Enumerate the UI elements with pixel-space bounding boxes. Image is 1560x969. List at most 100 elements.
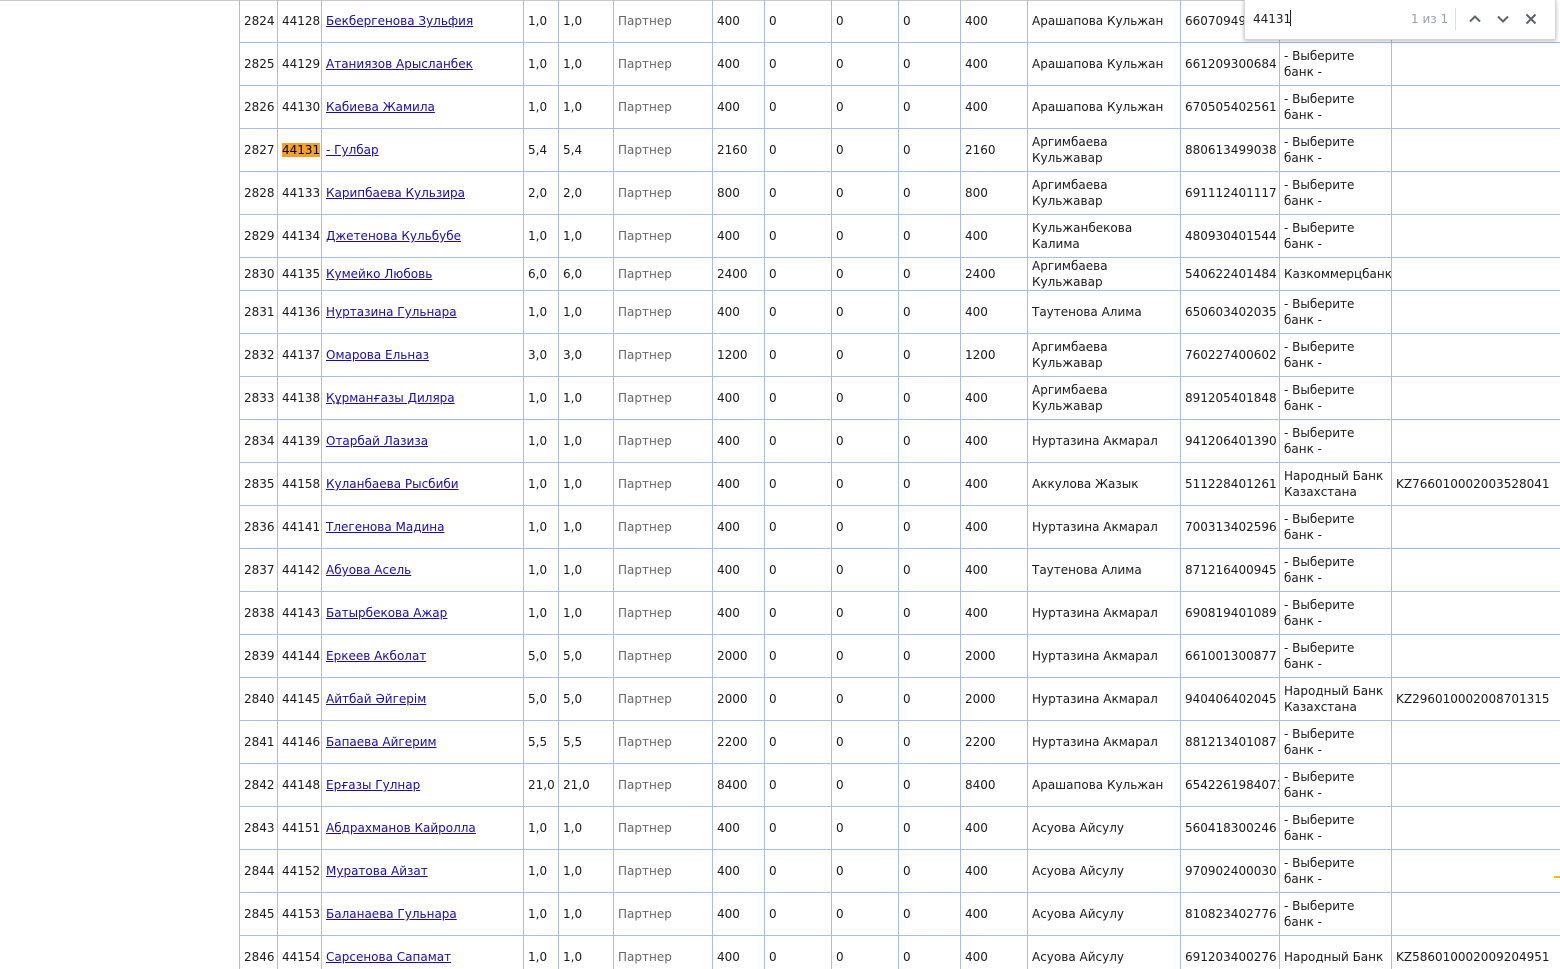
manager-text: Нуртазина Акмарал <box>1032 434 1158 448</box>
partner-name-link[interactable]: Отарбай Лазиза <box>326 434 428 448</box>
value-3-cell: 0 <box>899 420 961 463</box>
coefficient-b-text: 1,0 <box>563 229 582 243</box>
account-cell <box>1392 807 1560 850</box>
partner-name-link[interactable]: Еркеев Акболат <box>326 649 426 663</box>
partner-name-link[interactable]: Тлегенова Мадина <box>326 520 445 534</box>
chevron-up-icon <box>1465 9 1485 29</box>
total-cell: 400 <box>961 807 1028 850</box>
value-3-text: 0 <box>903 778 911 792</box>
value-3-text: 0 <box>903 100 911 114</box>
total-cell: 400 <box>961 291 1028 334</box>
value-2-cell: 0 <box>832 377 899 420</box>
value-1-cell: 0 <box>765 0 832 43</box>
partner-role-cell: Партнер <box>614 635 713 678</box>
partner-id-cell: 44139 <box>278 420 322 463</box>
bank-text: - Выберите банк - <box>1284 340 1354 370</box>
total-text: 2000 <box>965 692 996 706</box>
coefficient-a-cell: 1,0 <box>524 592 559 635</box>
bank-cell: Народный Банк Казахстана <box>1280 678 1392 721</box>
partner-id-cell: 44151 <box>278 807 322 850</box>
partner-name-link[interactable]: Нуртазина Гульнара <box>326 305 457 319</box>
partner-name-link[interactable]: Абуова Асель <box>326 563 411 577</box>
amount-cell: 2400 <box>713 258 765 291</box>
total-cell: 2160 <box>961 129 1028 172</box>
table-row: 283644141Тлегенова Мадина1,01,0Партнер40… <box>240 506 1560 549</box>
partner-name-cell: Еркеев Акболат <box>322 635 524 678</box>
iin-cell: 871216400945 <box>1181 549 1280 592</box>
partner-name-link[interactable]: Баланаева Гульнара <box>326 907 457 921</box>
table-body: 282444128Бекбергенова Зульфия1,01,0Партн… <box>240 0 1560 969</box>
partner-name-link[interactable]: Куланбаева Рысбиби <box>326 477 459 491</box>
row-number-text: 2833 <box>244 391 275 405</box>
value-2-text: 0 <box>836 391 844 405</box>
partner-name-link[interactable]: Батырбекова Ажар <box>326 606 447 620</box>
value-3-text: 0 <box>903 821 911 835</box>
total-text: 400 <box>965 864 988 878</box>
value-2-text: 0 <box>836 477 844 491</box>
partner-name-link[interactable]: Ерғазы Гулнар <box>326 778 420 792</box>
value-1-cell: 0 <box>765 592 832 635</box>
find-close-button[interactable] <box>1521 9 1541 29</box>
iin-text: 511228401261 <box>1185 477 1277 491</box>
amount-cell: 2000 <box>713 678 765 721</box>
value-1-cell: 0 <box>765 43 832 86</box>
partner-name-link[interactable]: Кабиева Жамила <box>326 100 435 114</box>
partner-name-link[interactable]: Джетенова Кульбубе <box>326 229 461 243</box>
partner-name-link[interactable]: Муратова Айзат <box>326 864 428 878</box>
manager-text: Арашапова Кульжан <box>1032 57 1163 71</box>
coefficient-b-cell: 5,0 <box>559 635 614 678</box>
manager-cell: Арашапова Кульжан <box>1028 0 1181 43</box>
amount-cell: 400 <box>713 592 765 635</box>
coefficient-a-text: 2,0 <box>528 186 547 200</box>
value-1-text: 0 <box>769 229 777 243</box>
partner-name-cell: Құрманғазы Диляра <box>322 377 524 420</box>
value-2-text: 0 <box>836 907 844 921</box>
coefficient-b-cell: 1,0 <box>559 850 614 893</box>
partner-name-link[interactable]: Кумейко Любовь <box>326 267 432 281</box>
iin-text: 940406402045 <box>1185 692 1277 706</box>
bank-cell: - Выберите банк - <box>1280 215 1392 258</box>
manager-text: Нуртазина Акмарал <box>1032 649 1158 663</box>
coefficient-a-text: 1,0 <box>528 391 547 405</box>
partner-name-link[interactable]: Бапаева Айгерим <box>326 735 437 749</box>
find-previous-button[interactable] <box>1465 9 1485 29</box>
coefficient-a-text: 3,0 <box>528 348 547 362</box>
total-text: 400 <box>965 950 988 964</box>
find-next-button[interactable] <box>1493 9 1513 29</box>
partner-name-link[interactable]: Бекбергенова Зульфия <box>326 14 473 28</box>
manager-cell: Асуова Айсулу <box>1028 807 1181 850</box>
coefficient-b-text: 1,0 <box>563 907 582 921</box>
partner-name-link[interactable]: Омарова Ельназ <box>326 348 429 362</box>
coefficient-b-text: 5,5 <box>563 735 582 749</box>
coefficient-a-cell: 1,0 <box>524 43 559 86</box>
iin-cell: 650603402035 <box>1181 291 1280 334</box>
partner-name-cell: Джетенова Кульбубе <box>322 215 524 258</box>
coefficient-b-cell: 2,0 <box>559 172 614 215</box>
partner-id-cell: 44158 <box>278 463 322 506</box>
bank-text: - Выберите банк - <box>1284 555 1354 585</box>
partner-name-link[interactable]: Сарсенова Сапамат <box>326 950 451 964</box>
value-2-cell: 0 <box>832 463 899 506</box>
value-2-text: 0 <box>836 305 844 319</box>
coefficient-a-text: 1,0 <box>528 477 547 491</box>
partner-name-link[interactable]: Құрманғазы Диляра <box>326 391 455 405</box>
partner-name-link[interactable]: Айтбай Әйгерім <box>326 692 426 706</box>
partner-name-link[interactable]: - Гулбар <box>326 143 379 157</box>
coefficient-a-cell: 21,0 <box>524 764 559 807</box>
value-3-cell: 0 <box>899 764 961 807</box>
partner-name-link[interactable]: Атаниязов Арысланбек <box>326 57 473 71</box>
manager-cell: Кульжанбекова Калима <box>1028 215 1181 258</box>
value-3-cell: 0 <box>899 86 961 129</box>
iin-text: 661209300684 <box>1185 57 1277 71</box>
partner-name-link[interactable]: Карипбаева Кульзира <box>326 186 465 200</box>
amount-cell: 400 <box>713 549 765 592</box>
iin-text: 880613499038 <box>1185 143 1277 157</box>
row-number-text: 2827 <box>244 143 275 157</box>
partner-name-link[interactable]: Абдрахманов Кайролла <box>326 821 476 835</box>
find-input[interactable] <box>1253 8 1403 30</box>
coefficient-a-text: 1,0 <box>528 14 547 28</box>
partner-role-text: Партнер <box>618 100 672 114</box>
coefficient-a-text: 5,4 <box>528 143 547 157</box>
partner-name-cell: Кумейко Любовь <box>322 258 524 291</box>
amount-cell: 400 <box>713 463 765 506</box>
